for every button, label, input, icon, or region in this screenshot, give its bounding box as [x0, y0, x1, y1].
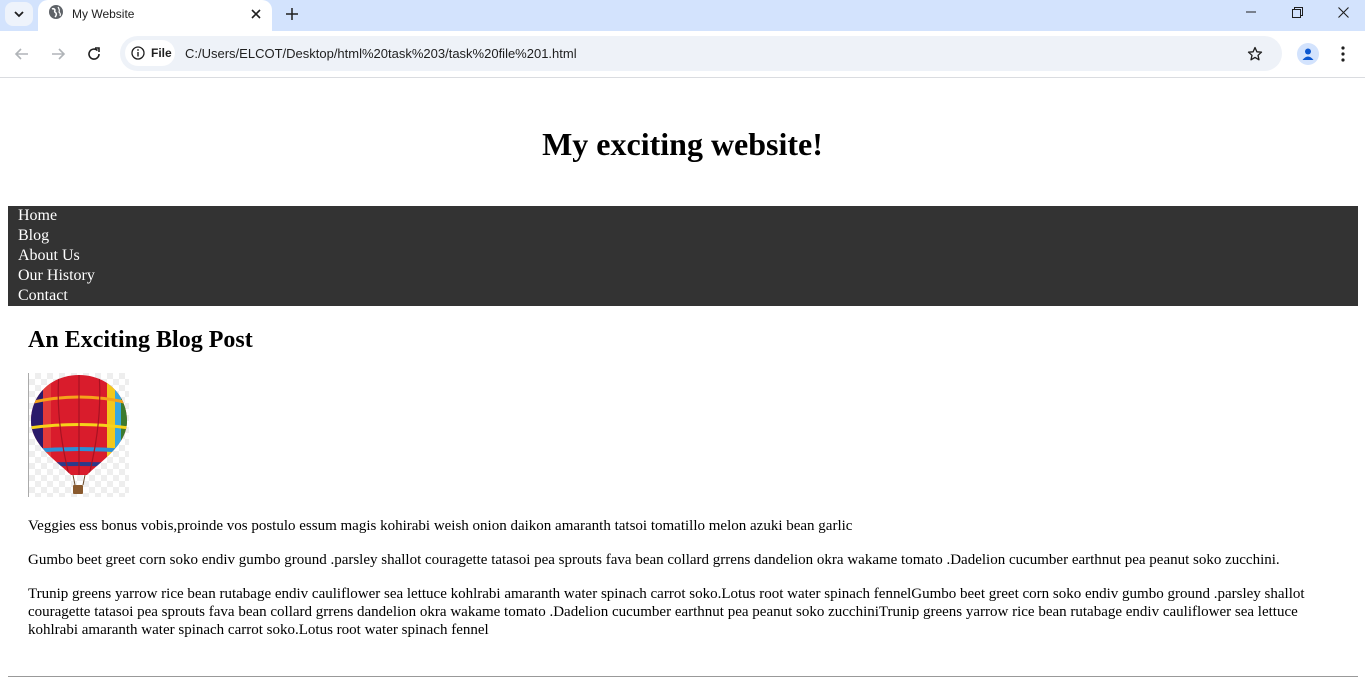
horizontal-rule	[8, 676, 1358, 677]
site-title: My exciting website!	[542, 126, 823, 162]
browser-menu-button[interactable]	[1332, 43, 1354, 65]
restore-icon	[1291, 6, 1303, 18]
page-viewport: My exciting website! Home Blog About Us …	[0, 78, 1365, 680]
tab-strip: My Website	[0, 0, 1365, 31]
site-navigation: Home Blog About Us Our History Contact	[8, 206, 1358, 306]
reload-button[interactable]	[81, 41, 107, 67]
tab-title: My Website	[72, 7, 135, 21]
reload-icon	[88, 47, 100, 60]
info-icon	[131, 46, 145, 60]
site-info-chip[interactable]: File	[125, 40, 175, 66]
chevron-down-icon	[14, 11, 24, 18]
nav-item-about-us[interactable]: About Us	[8, 246, 1358, 266]
arrow-right-icon	[52, 48, 66, 60]
post-paragraph: Veggies ess bonus vobis,proinde vos post…	[28, 518, 853, 534]
post-title: An Exciting Blog Post	[28, 327, 253, 353]
bookmark-button[interactable]	[1244, 43, 1266, 65]
site-chip-label: File	[151, 46, 172, 60]
close-window-button[interactable]	[1320, 0, 1365, 24]
url-text[interactable]: C:/Users/ELCOT/Desktop/html%20task%203/t…	[185, 46, 577, 61]
minimize-icon	[1246, 11, 1256, 13]
tab-search-button[interactable]	[5, 2, 33, 26]
nav-item-our-history[interactable]: Our History	[8, 266, 1358, 286]
post-paragraph: Gumbo beet greet corn soko endiv gumbo g…	[28, 552, 1280, 568]
address-bar[interactable]: File C:/Users/ELCOT/Desktop/html%20task%…	[120, 36, 1282, 71]
globe-icon	[49, 5, 63, 19]
kebab-menu-icon	[1341, 46, 1345, 62]
person-icon	[1302, 48, 1314, 60]
browser-toolbar: File C:/Users/ELCOT/Desktop/html%20task%…	[0, 31, 1365, 77]
hot-air-balloon-icon	[31, 375, 127, 494]
nav-item-contact[interactable]: Contact	[8, 286, 1358, 306]
profile-button[interactable]	[1297, 43, 1319, 65]
nav-item-blog[interactable]: Blog	[8, 226, 1358, 246]
back-button[interactable]	[9, 41, 35, 67]
forward-button[interactable]	[45, 41, 71, 67]
plus-icon	[286, 8, 298, 20]
minimize-button[interactable]	[1228, 0, 1274, 24]
close-icon	[1337, 6, 1349, 18]
blog-post: An Exciting Blog Post Veggies ess bonus …	[28, 306, 1338, 639]
close-icon	[251, 9, 261, 19]
star-icon	[1247, 46, 1263, 61]
tab-close-button[interactable]	[246, 4, 266, 24]
active-tab[interactable]: My Website	[38, 0, 272, 31]
post-paragraph: Trunip greens yarrow rice bean rutabage …	[28, 586, 1305, 638]
hot-air-balloon-image	[28, 373, 129, 497]
arrow-left-icon	[14, 48, 28, 60]
new-tab-button[interactable]	[281, 3, 303, 25]
nav-item-home[interactable]: Home	[8, 206, 1358, 226]
restore-button[interactable]	[1274, 0, 1320, 24]
